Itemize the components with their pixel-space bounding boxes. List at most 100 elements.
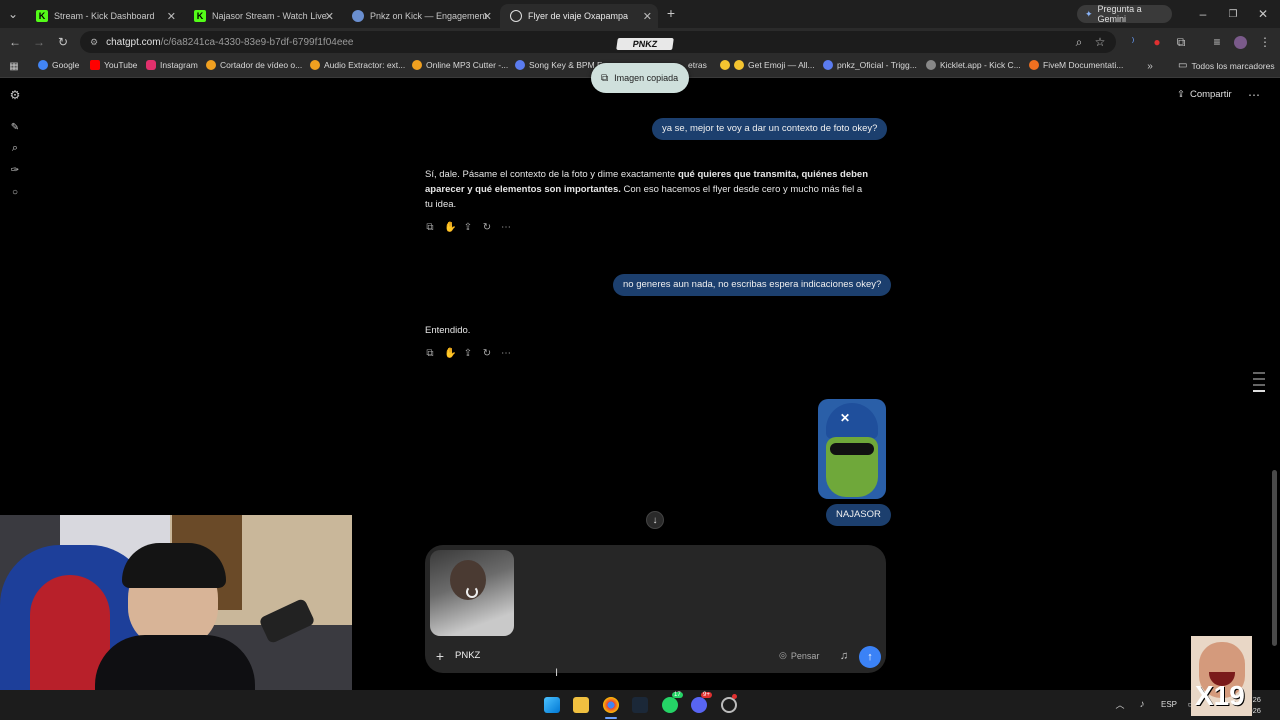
tab-title: Flyer de viaje Oxapampa — [528, 11, 629, 21]
bookmark-kicklet[interactable]: Kicklet.app - Kick C... — [926, 60, 1021, 70]
think-button[interactable]: ◎ Pensar — [779, 650, 819, 661]
restore-icon[interactable]: ❐ — [1226, 7, 1240, 21]
window-close-icon[interactable]: ✕ — [1256, 7, 1270, 21]
app-icon[interactable] — [721, 697, 737, 713]
more-options-icon[interactable]: ⋯ — [1247, 88, 1261, 102]
microphone-icon[interactable]: ♪ — [1136, 698, 1148, 710]
bookmark-cortador[interactable]: Cortador de vídeo o... — [206, 60, 302, 70]
new-chat-icon[interactable]: ✎ — [9, 121, 21, 133]
reading-list-icon[interactable]: ≡ — [1210, 35, 1224, 49]
more-icon[interactable]: ⋯ — [501, 222, 511, 233]
scrollbar[interactable] — [1272, 470, 1277, 646]
bookmark-label: pnkz_Oficial - Trigg... — [837, 60, 917, 70]
bookmark-label: Audio Extractor: ext... — [324, 60, 406, 70]
bookmark-pnkz-trigger[interactable]: pnkz_Oficial - Trigg... — [823, 60, 917, 70]
minimize-icon[interactable]: – — [1196, 7, 1210, 21]
more-icon[interactable]: ⋮ — [1258, 35, 1272, 49]
notification-badge: 17 — [672, 692, 683, 698]
composer-input[interactable]: PNKZ — [455, 650, 480, 661]
gemini-label: Pregunta a Gemini — [1097, 4, 1142, 24]
site-info-icon[interactable]: ⚙ — [90, 37, 98, 48]
steam-icon[interactable] — [632, 697, 648, 713]
hair-shape — [122, 543, 226, 588]
bookmark-label: Instagram — [160, 60, 198, 70]
copied-toast: ⧉ Imagen copiada — [591, 63, 689, 93]
tab-flyer-oxapampa[interactable]: Flyer de viaje Oxapampa ✕ — [500, 4, 658, 28]
close-icon[interactable]: ✕ — [167, 10, 176, 23]
reload-icon[interactable]: ↻ — [56, 35, 70, 49]
gemini-button[interactable]: ✦ Pregunta a Gemini — [1077, 4, 1172, 24]
back-icon[interactable]: ← — [8, 35, 22, 49]
windows-start-icon[interactable] — [544, 697, 560, 713]
search-icon[interactable]: ⌕ — [9, 142, 21, 154]
minimap-mark — [1253, 390, 1265, 392]
tab-title: Pnkz on Kick — Engagement A — [370, 11, 488, 21]
bookmark-letras[interactable]: etras — [688, 60, 707, 70]
google-icon — [38, 60, 48, 70]
profile-avatar[interactable] — [1234, 36, 1247, 49]
bookmark-mp3-cutter[interactable]: Online MP3 Cutter -... — [412, 60, 508, 70]
tab-kick-dashboard[interactable]: K Stream - Kick Dashboard ✕ — [26, 4, 182, 28]
message-composer[interactable]: + PNKZ ◎ Pensar ♫ ↑ — [425, 545, 886, 673]
feedback-icon[interactable]: ✋ — [444, 222, 456, 233]
close-icon[interactable]: ✕ — [483, 10, 492, 23]
plus-icon[interactable]: + — [433, 648, 447, 664]
zoom-icon[interactable]: ⌕ — [1072, 35, 1086, 49]
tab-pnkz-engagement[interactable]: Pnkz on Kick — Engagement A ✕ — [342, 4, 498, 28]
bookmark-google[interactable]: Google — [38, 60, 79, 70]
bookmark-instagram[interactable]: Instagram — [146, 60, 198, 70]
tab-search-icon[interactable]: ⌄ — [6, 7, 20, 21]
tool-icon — [206, 60, 216, 70]
bookmark-youtube[interactable]: YouTube — [90, 60, 137, 70]
bookmark-icon — [823, 60, 833, 70]
text-cursor-icon: I — [555, 667, 559, 679]
send-button[interactable]: ↑ — [859, 646, 881, 668]
share-button[interactable]: ⇪ Compartir — [1177, 89, 1232, 100]
address-bar[interactable]: ⚙ chatgpt.com/c/6a8241ca-4330-83e9-b7df-… — [80, 31, 1116, 53]
close-icon[interactable]: ✕ — [643, 10, 652, 23]
more-icon[interactable]: ⋯ — [501, 348, 511, 359]
star-icon[interactable]: ☆ — [1093, 35, 1107, 49]
user-message: ya se, mejor te voy a dar un contexto de… — [652, 118, 888, 140]
share-icon[interactable]: ⇪ — [463, 222, 473, 233]
user-image-attachment[interactable]: ✕ — [818, 399, 886, 499]
chevron-up-icon[interactable]: ︿ — [1114, 698, 1126, 710]
gemini-icon: ✦ — [1085, 8, 1093, 19]
chat-bubble-icon[interactable]: ○ — [9, 186, 21, 198]
regenerate-icon[interactable]: ↻ — [482, 348, 492, 359]
copy-icon[interactable]: ⧉ — [425, 348, 435, 359]
regenerate-icon[interactable]: ↻ — [482, 222, 492, 233]
copy-icon[interactable]: ⧉ — [425, 222, 435, 233]
chevron-right-icon[interactable]: » — [1144, 60, 1156, 72]
new-tab-button[interactable]: + — [664, 5, 678, 21]
bookmark-all-folder[interactable]: ▭ Todos los marcadores — [1178, 60, 1275, 71]
close-icon[interactable]: ✕ — [325, 10, 334, 23]
bookmark-fivem[interactable]: FiveM Documentati... — [1029, 60, 1123, 70]
scroll-down-button[interactable]: ↓ — [646, 511, 664, 529]
tab-najasor-stream[interactable]: K Najasor Stream - Watch Live on ✕ — [184, 4, 340, 28]
share-icon[interactable]: ⇪ — [463, 348, 473, 359]
language-indicator[interactable]: ESP — [1161, 700, 1177, 709]
tool-icon — [412, 60, 422, 70]
conversation-minimap[interactable] — [1253, 372, 1265, 398]
extension-icon[interactable]: ● — [1150, 35, 1164, 49]
pin-icon[interactable]: ✑ — [9, 164, 21, 176]
extensions-puzzle-icon[interactable]: ⧉ — [1174, 35, 1188, 49]
microphone-icon[interactable]: ♫ — [837, 649, 851, 663]
feedback-icon[interactable]: ✋ — [444, 348, 456, 359]
bookmarks-bar: ▦ Google YouTube Instagram Cortador de v… — [0, 56, 1280, 93]
bookmark-get-emoji[interactable]: Get Emoji — All... — [720, 60, 815, 70]
discord-icon[interactable] — [691, 697, 707, 713]
bookmark-song-key[interactable]: Song Key & BPM F — [515, 60, 602, 70]
chrome-icon[interactable] — [603, 697, 619, 713]
chatgpt-logo-icon[interactable]: ⚙ — [9, 88, 21, 102]
whatsapp-icon[interactable] — [662, 697, 678, 713]
apps-grid-icon[interactable]: ▦ — [8, 60, 20, 72]
pending-image-attachment[interactable] — [430, 550, 514, 636]
extension-icon[interactable]: ⁾ — [1126, 35, 1140, 49]
bookmark-audio-extractor[interactable]: Audio Extractor: ext... — [310, 60, 405, 70]
forward-icon[interactable]: → — [32, 35, 46, 49]
copy-icon: ⧉ — [601, 72, 609, 84]
bookmark-label: Google — [52, 60, 80, 70]
file-explorer-icon[interactable] — [573, 697, 589, 713]
